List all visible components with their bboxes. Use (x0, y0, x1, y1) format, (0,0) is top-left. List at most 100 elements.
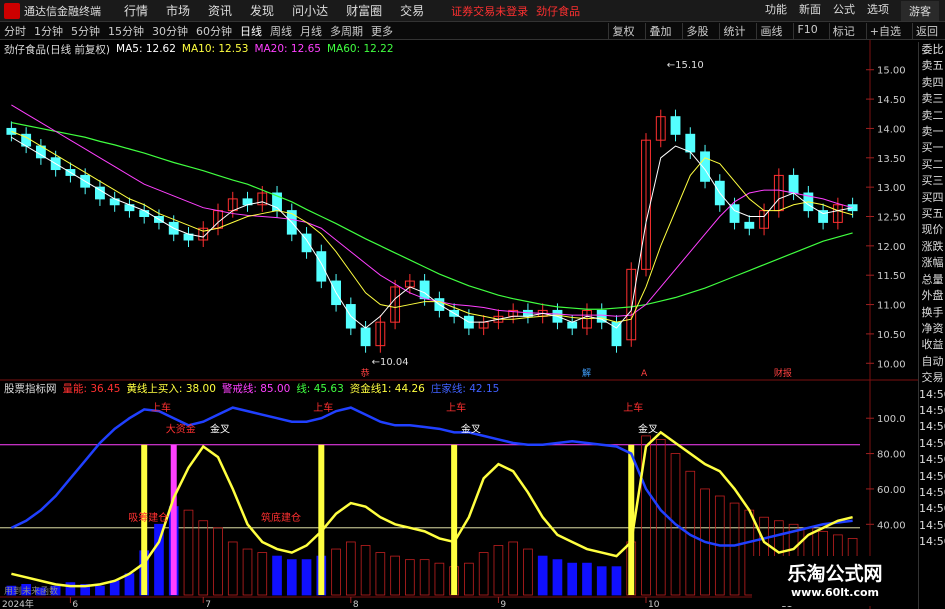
period-tab[interactable]: 周线 (270, 23, 292, 39)
volume-bar (611, 566, 622, 596)
volume-bar (567, 562, 578, 596)
y-tick-label: 10.50 (877, 330, 906, 341)
ma60-line (11, 121, 853, 310)
signal-text: 上车 (623, 401, 643, 414)
volume-bar (360, 545, 371, 596)
volume-bar (227, 541, 238, 596)
period-toolbar: 分时 1分钟 5分钟 15分钟 30分钟 60分钟 日线 周线 月线 多周期 更… (0, 22, 945, 40)
side-panel-item: 14:50 (919, 436, 945, 450)
sub-legend-item: 庄家线: 42.15 (430, 382, 500, 395)
watermark: 乐淘公式网 www.60lt.com (752, 556, 918, 606)
volume-bar (272, 555, 282, 596)
menu-options[interactable]: 选项 (867, 1, 889, 21)
x-tick-label: 7 (205, 600, 211, 609)
event-marker: 恭 (361, 368, 370, 379)
menu-wealth[interactable]: 财富圈 (346, 2, 382, 19)
candle-body (360, 327, 371, 347)
side-panel-item: 现价 (921, 223, 944, 237)
period-tab[interactable]: 5分钟 (71, 23, 100, 39)
volume-bar (331, 548, 341, 596)
chart-canvas[interactable]: 15.00 14.50 14.00 13.50 13.00 12.50 12.00 11.50… (0, 40, 918, 609)
period-tab[interactable]: 多周期 (330, 23, 363, 39)
candle-body (596, 309, 607, 323)
signal-text: 上车 (313, 401, 333, 414)
volume-bar (183, 509, 194, 596)
sub-y-tick-label: 80.00 (877, 450, 906, 461)
sub-legend-item: 资金线1: 44.26 (349, 382, 425, 395)
tool-button[interactable]: 返回 (912, 22, 941, 39)
login-warning[interactable]: 证券交易未登录 (451, 3, 528, 19)
guest-button[interactable]: 游客 (901, 0, 939, 21)
quote-side-panel: 委比 卖五 卖四 卖三 卖二 卖一 买一 买二 买三 买四 买五 现价 涨跌 涨幅 总量 外盘 换手 净资 收益 自动… (918, 42, 945, 609)
period-tab[interactable]: 1分钟 (34, 23, 63, 39)
menu-newpage[interactable]: 新面 (799, 1, 821, 21)
sub-y-tick-label: 100.0 (877, 414, 906, 425)
sub-legend: 股票指标网 量能: 36.45 黄线上买入: 38.00 警戒线: 85.00 … (0, 381, 945, 395)
volume-bar (508, 541, 519, 596)
signal-text: 金叉 (210, 422, 230, 435)
period-tab[interactable]: 分时 (4, 23, 26, 39)
y-tick-label: 15.00 (877, 66, 906, 77)
buy-signal-bar (451, 444, 458, 595)
side-panel-item: 交易 (921, 371, 944, 385)
candle-body (788, 174, 799, 194)
side-panel-item: 涨跌 (921, 239, 944, 253)
signal-text: 上车 (151, 401, 171, 414)
sub-legend-item: 警戒线: 85.00 (221, 382, 291, 395)
tool-button[interactable]: 统计 (719, 22, 748, 39)
tool-button[interactable]: 画线 (756, 22, 785, 39)
y-tick-label: 11.00 (877, 301, 906, 312)
menu-trade[interactable]: 交易 (400, 2, 424, 19)
tool-button[interactable]: +自选 (865, 22, 904, 39)
y-tick-label: 14.00 (877, 124, 906, 135)
side-panel-item: 14:50 (919, 453, 945, 467)
menu-formula[interactable]: 公式 (833, 1, 855, 21)
banker-line (10, 406, 853, 547)
menu-market[interactable]: 市场 (166, 2, 190, 19)
side-panel-item: 14:50 (919, 502, 945, 516)
stock-name: 劲仔食品 (536, 4, 581, 18)
volume-bar (95, 585, 105, 596)
volume-bar (198, 520, 209, 596)
menu-news[interactable]: 资讯 (208, 2, 232, 19)
side-panel-item: 总量 (921, 272, 944, 286)
candle-body (95, 186, 105, 200)
event-marker: 财报 (774, 367, 792, 379)
period-tab[interactable]: 15分钟 (108, 23, 144, 39)
sub-legend-item: 线: 45.63 (296, 382, 344, 395)
side-panel-item: 卖五 (921, 59, 944, 73)
period-tab[interactable]: 60分钟 (196, 23, 232, 39)
period-tab-active[interactable]: 日线 (240, 23, 262, 39)
sub-legend-title: 股票指标网 (4, 382, 57, 395)
y-tick-label: 12.50 (877, 213, 906, 224)
side-panel-item: 14:50 (919, 469, 945, 483)
side-panel-item: 买一 (921, 141, 944, 155)
tool-button[interactable]: F10 (793, 22, 820, 39)
menu-ask[interactable]: 问小达 (292, 2, 328, 19)
menu-discover[interactable]: 发现 (250, 2, 274, 19)
side-panel-item: 14:50 (919, 387, 945, 401)
ma5-line (11, 136, 853, 329)
volume-bar (405, 559, 415, 596)
tool-button[interactable]: 标记 (828, 22, 858, 39)
side-panel-item: 净资 (921, 321, 944, 335)
period-tab[interactable]: 30分钟 (152, 23, 188, 39)
volume-bar (301, 559, 312, 596)
side-panel-item: 外盘 (921, 289, 944, 303)
tool-button[interactable]: 复权 (608, 22, 637, 39)
side-panel-item: 买四 (921, 190, 944, 204)
low-price-label: ←10.04 (372, 357, 409, 368)
sub-legend-item: 量能: 36.45 (62, 382, 121, 395)
tool-button[interactable]: 叠加 (645, 22, 674, 39)
period-tab[interactable]: 更多 (371, 23, 393, 39)
volume-bar (124, 573, 135, 596)
volume-bar (523, 548, 533, 596)
tool-button[interactable]: 多股 (682, 22, 711, 39)
candle-body (567, 321, 578, 329)
menu-function[interactable]: 功能 (765, 1, 787, 21)
volume-bar (109, 580, 120, 596)
menu-quotes[interactable]: 行情 (124, 2, 148, 19)
period-tab[interactable]: 月线 (300, 23, 322, 39)
sub-y-tick-label: 60.00 (877, 485, 906, 496)
signal-text: 大资金 (166, 422, 196, 435)
